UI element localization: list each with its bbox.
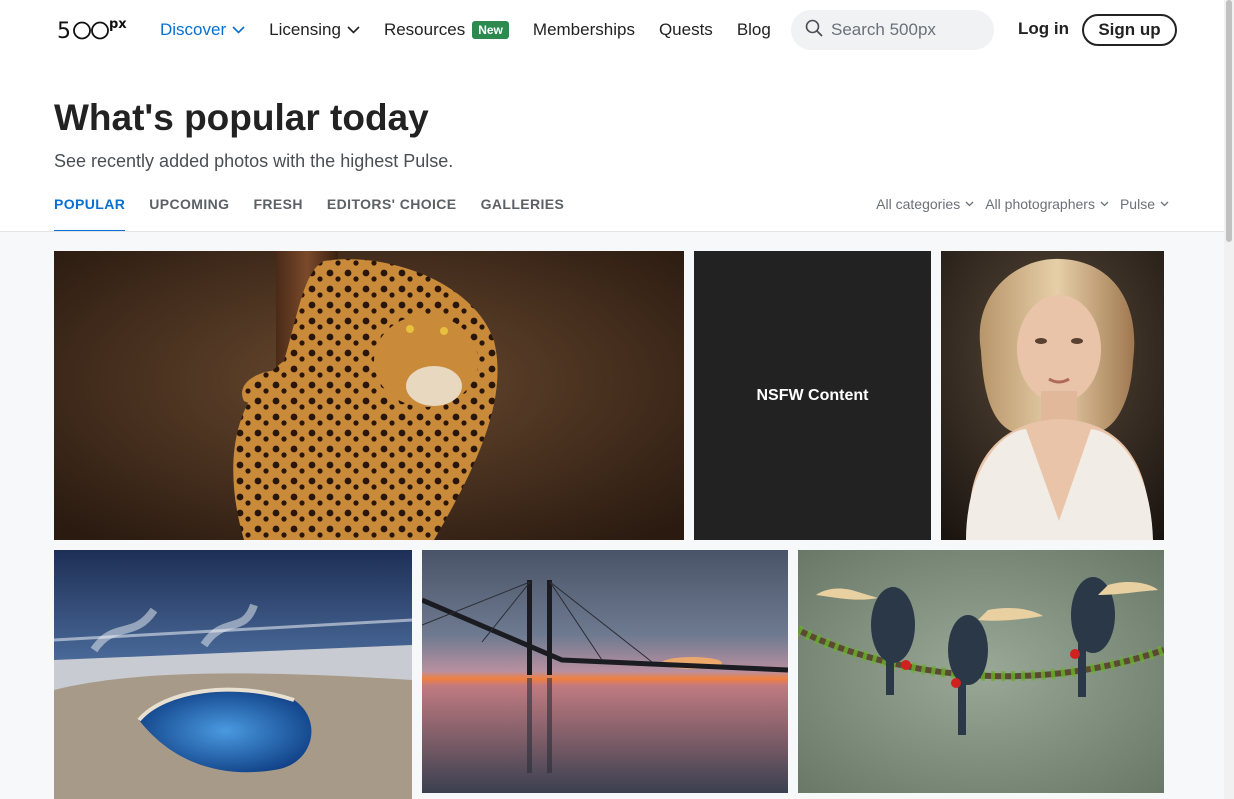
tab-popular[interactable]: POPULAR (54, 186, 126, 232)
nav-blog-label: Blog (736, 20, 771, 39)
feed-tabs: POPULAR UPCOMING FRESH EDITORS' CHOICE G… (54, 186, 588, 232)
filter-sort-label: Pulse (1119, 196, 1155, 212)
chevron-down-icon (1100, 201, 1109, 207)
scrollbar-thumb[interactable] (1226, 0, 1232, 242)
svg-text:px: px (109, 17, 127, 32)
nav-blog[interactable]: Blog (737, 20, 771, 40)
nsfw-label: NSFW Content (756, 386, 869, 404)
chevron-down-icon (347, 26, 360, 34)
bridge-image (422, 550, 788, 793)
nav-quests-label: Quests (658, 20, 713, 39)
filter-photographers-label: All photographers (985, 196, 1095, 212)
chevron-down-icon (1160, 201, 1169, 207)
login-link[interactable]: Log in (1018, 19, 1069, 39)
filter-categories[interactable]: All categories (876, 196, 974, 212)
new-badge: New (472, 21, 509, 39)
top-header: 5 px Discover Licensing Resources New Me… (0, 0, 1224, 60)
nav-memberships[interactable]: Memberships (533, 20, 635, 40)
page-subtitle: See recently added photos with the highe… (54, 151, 454, 171)
tab-galleries[interactable]: GALLERIES (481, 186, 565, 232)
birds-image (798, 550, 1164, 793)
logo-500px-mark: 5 px (57, 17, 127, 44)
search-icon (805, 19, 823, 42)
nav-quests[interactable]: Quests (659, 20, 713, 40)
geyser-image (54, 550, 412, 799)
filter-categories-label: All categories (876, 196, 961, 212)
search-box[interactable] (791, 10, 994, 50)
nav-licensing[interactable]: Licensing (269, 20, 360, 40)
main-nav: Discover Licensing Resources New Members… (160, 0, 795, 60)
nav-resources-label: Resources (383, 20, 466, 39)
photo-jaguar[interactable] (54, 251, 684, 540)
nav-discover[interactable]: Discover (160, 20, 245, 40)
jaguar-image (54, 251, 684, 540)
portrait-image (941, 251, 1164, 540)
logo-500px[interactable]: 5 px (57, 16, 133, 44)
chevron-down-icon (232, 26, 245, 34)
nav-licensing-label: Licensing (269, 20, 341, 39)
nav-memberships-label: Memberships (532, 20, 635, 39)
search-input[interactable] (831, 20, 981, 40)
nav-resources[interactable]: Resources New (384, 20, 509, 40)
photo-geyser[interactable] (54, 550, 412, 799)
filter-sort[interactable]: Pulse (1120, 196, 1169, 212)
photo-birds[interactable] (798, 550, 1164, 793)
page-scrollbar[interactable] (1224, 0, 1234, 799)
nav-discover-label: Discover (160, 20, 227, 39)
photo-nsfw[interactable]: NSFW Content (694, 251, 931, 540)
tab-editors-choice[interactable]: EDITORS' CHOICE (327, 186, 457, 232)
filter-photographers[interactable]: All photographers (985, 196, 1109, 212)
feed-filters: All categories All photographers Pulse (865, 196, 1169, 212)
tab-upcoming[interactable]: UPCOMING (149, 186, 229, 232)
tab-fresh[interactable]: FRESH (253, 186, 302, 232)
signup-button[interactable]: Sign up (1082, 14, 1177, 46)
svg-text:5: 5 (57, 19, 70, 44)
chevron-down-icon (965, 201, 974, 207)
page-title: What's popular today (54, 97, 429, 138)
photo-portrait[interactable] (941, 251, 1164, 540)
photo-bridge[interactable] (422, 550, 788, 793)
